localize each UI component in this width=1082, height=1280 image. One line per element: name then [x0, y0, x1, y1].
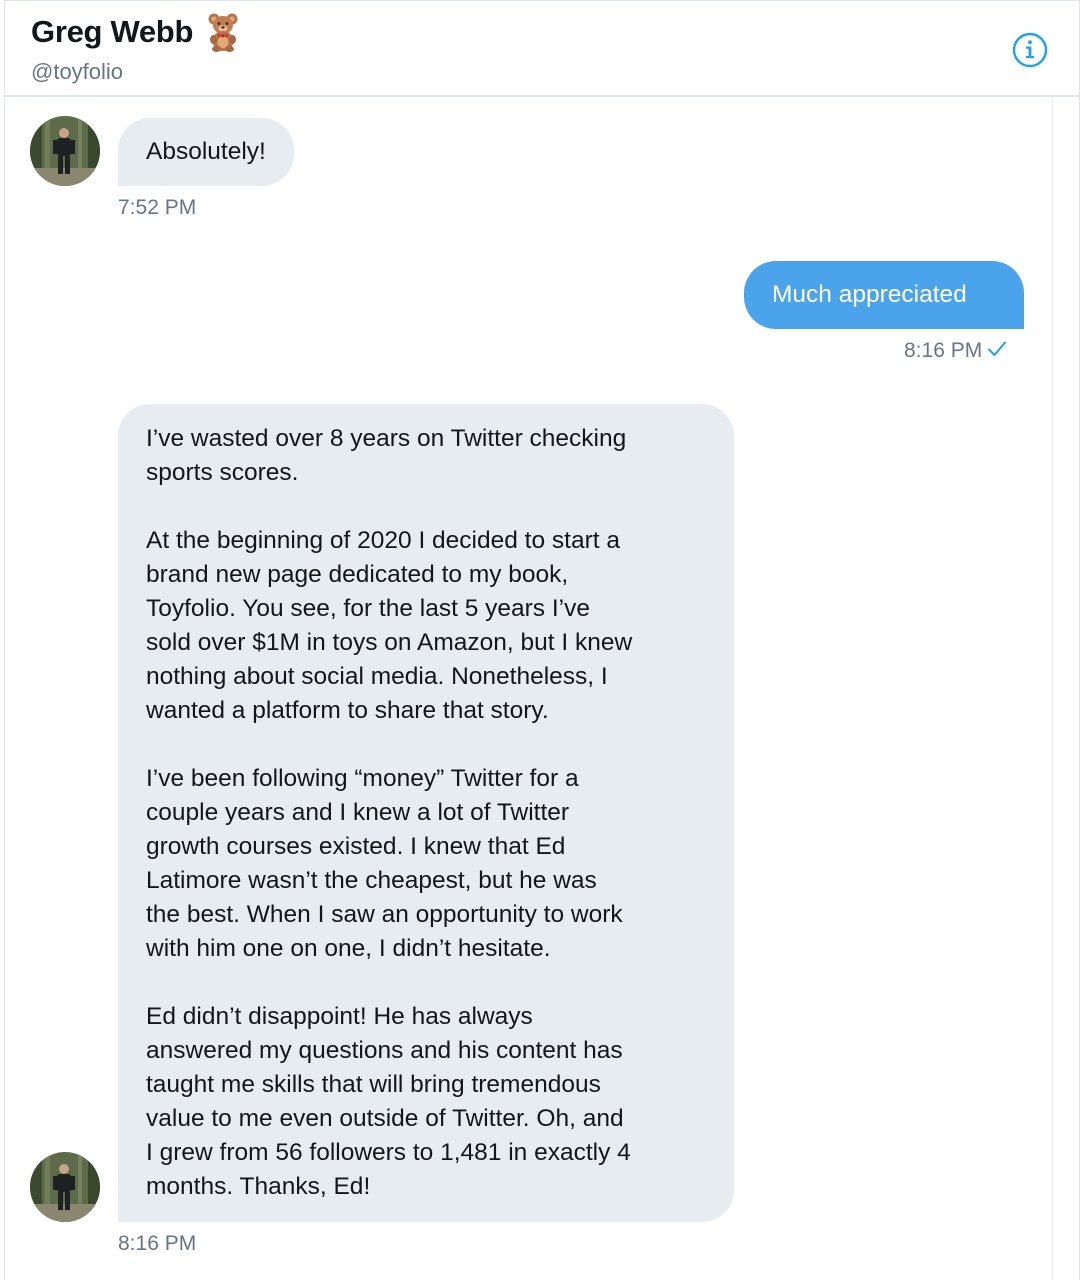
message-bubble[interactable]: I’ve wasted over 8 years on Twitter chec…: [118, 404, 734, 1222]
sent-check-icon: [986, 339, 1008, 359]
message-paragraph: At the beginning of 2020 I decided to st…: [146, 527, 633, 724]
message-timestamp: 7:52 PM: [118, 196, 197, 219]
conversation-header: Greg Webb @toyfolio: [4, 0, 1080, 97]
info-icon[interactable]: [1010, 30, 1050, 70]
message-bubble[interactable]: Absolutely!: [118, 118, 294, 186]
message-text: Absolutely!: [146, 138, 266, 165]
message-paragraph: Ed didn’t disappoint! He has always answ…: [146, 1003, 631, 1200]
message-text: Much appreciated: [772, 281, 967, 308]
user-handle[interactable]: @toyfolio: [31, 59, 123, 85]
sender-avatar[interactable]: [30, 116, 100, 186]
display-name[interactable]: Greg Webb: [31, 14, 193, 50]
message-timestamp-sent: 8:16 PM: [904, 339, 1008, 363]
teddy-bear-icon: [207, 12, 239, 52]
message-bubble-sent[interactable]: Much appreciated: [744, 261, 1024, 329]
header-title-row: Greg Webb: [31, 12, 239, 52]
message-paragraph: I’ve been following “money” Twitter for …: [146, 765, 623, 962]
message-timestamp: 8:16 PM: [118, 1232, 197, 1255]
scrollbar-track[interactable]: [1052, 97, 1053, 1280]
timestamp-text: 8:16 PM: [904, 339, 983, 362]
message-paragraph: I’ve wasted over 8 years on Twitter chec…: [146, 425, 627, 486]
sender-avatar[interactable]: [30, 1152, 100, 1222]
